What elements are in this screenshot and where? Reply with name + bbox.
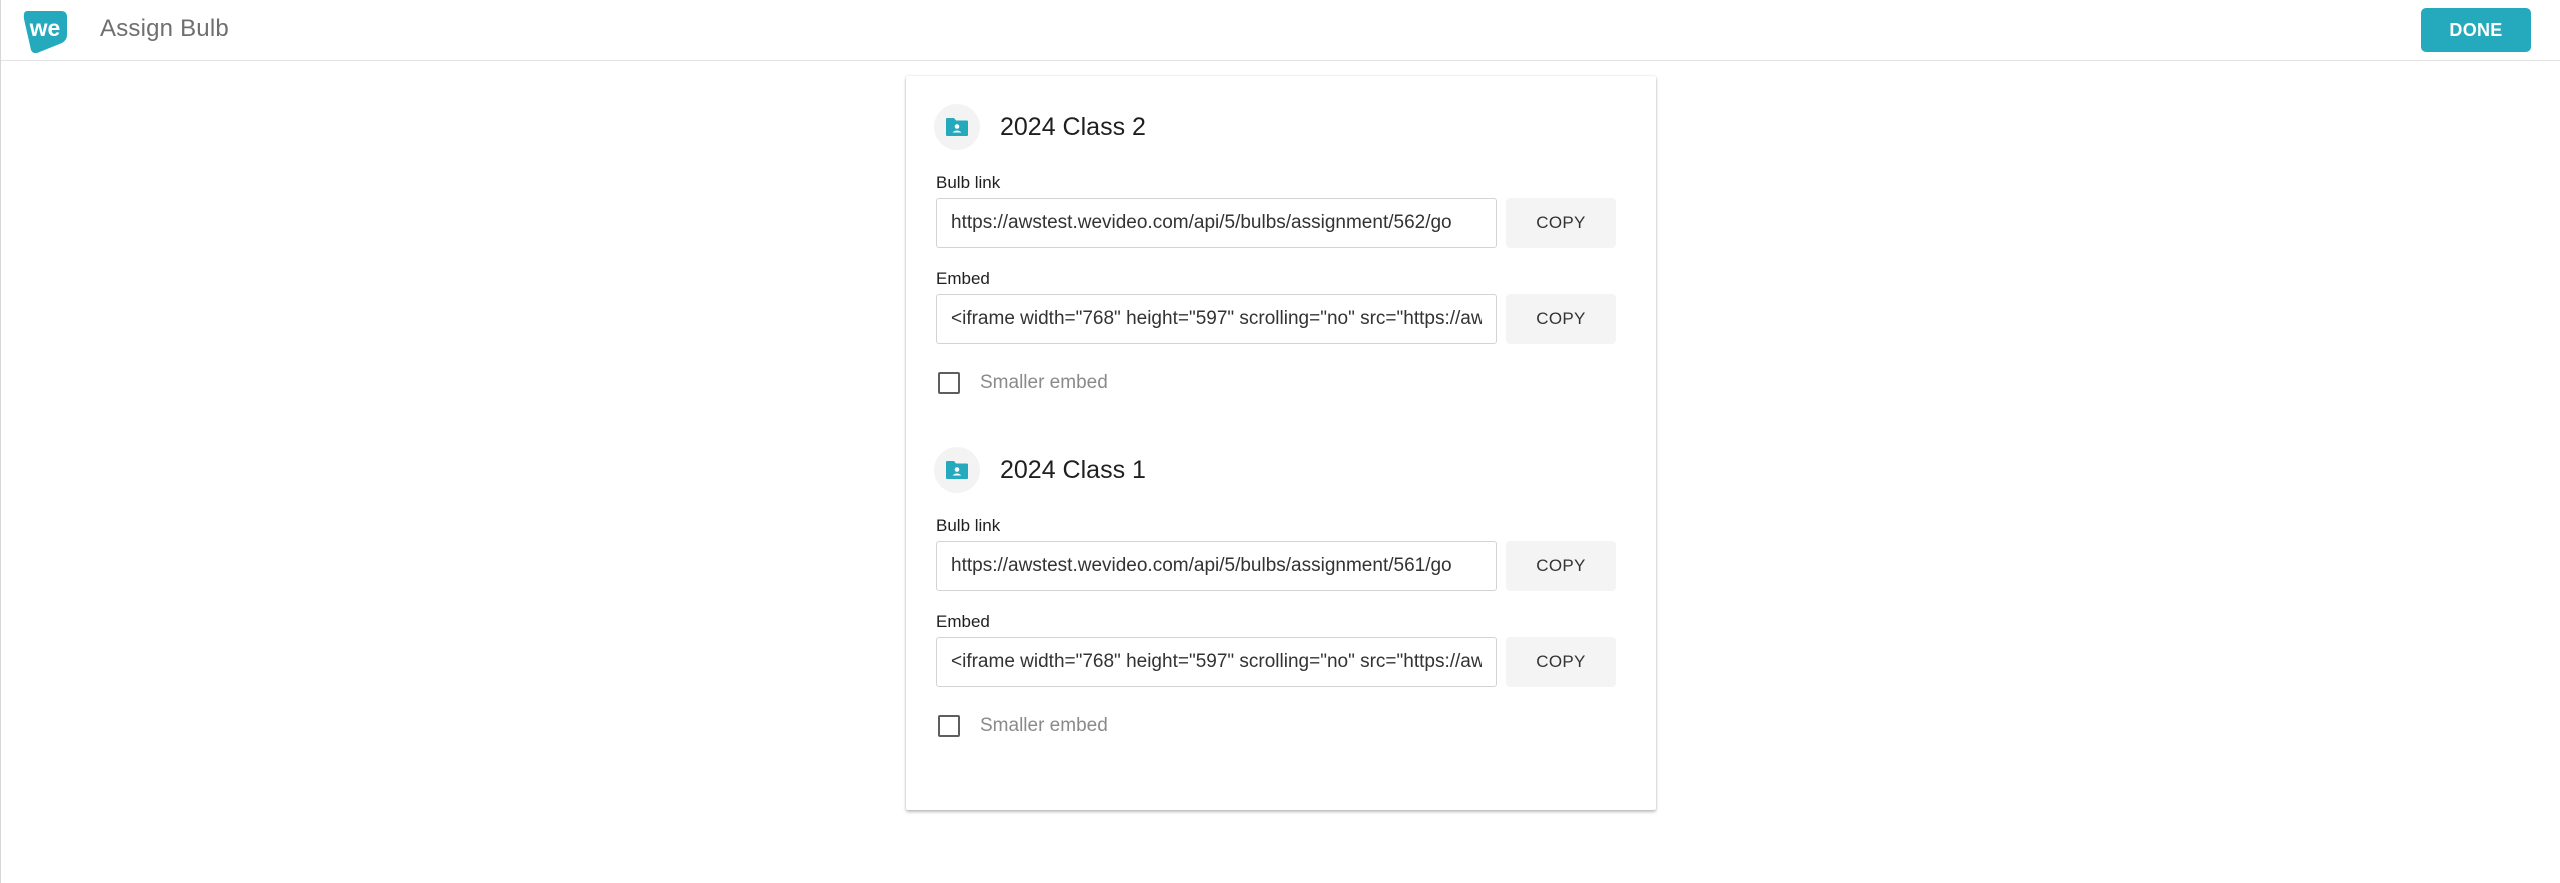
class-section: 2024 Class 2 Bulb link COPY Embed COPY S…: [906, 76, 1656, 396]
assignment-card: 2024 Class 2 Bulb link COPY Embed COPY S…: [906, 76, 1656, 810]
class-name: 2024 Class 1: [1000, 456, 1146, 484]
copy-link-button[interactable]: COPY: [1506, 198, 1616, 248]
copy-link-button[interactable]: COPY: [1506, 541, 1616, 591]
bulb-link-field[interactable]: [936, 198, 1497, 248]
copy-embed-button[interactable]: COPY: [1506, 294, 1616, 344]
class-section: 2024 Class 1 Bulb link COPY Embed COPY S…: [906, 419, 1656, 739]
assign-bulb-page: we Assign Bulb DONE 2024 Class 2 Bulb li…: [0, 0, 2560, 883]
page-title: Assign Bulb: [100, 15, 229, 42]
smaller-embed-label: Smaller embed: [980, 372, 1108, 393]
logo-text: we: [29, 15, 61, 41]
bulb-link-label: Bulb link: [936, 516, 1001, 535]
top-bar: we Assign Bulb DONE: [1, 0, 2560, 61]
bulb-link-field[interactable]: [936, 541, 1497, 591]
embed-label: Embed: [936, 612, 990, 631]
folder-shared-icon: [934, 447, 980, 493]
done-button[interactable]: DONE: [2421, 8, 2531, 52]
folder-shared-icon: [934, 104, 980, 150]
smaller-embed-label: Smaller embed: [980, 715, 1108, 736]
embed-field[interactable]: [936, 294, 1497, 344]
copy-embed-button[interactable]: COPY: [1506, 637, 1616, 687]
embed-label: Embed: [936, 269, 990, 288]
wevideo-logo[interactable]: we: [21, 7, 71, 54]
class-name: 2024 Class 2: [1000, 113, 1146, 141]
bulb-link-label: Bulb link: [936, 173, 1001, 192]
embed-field[interactable]: [936, 637, 1497, 687]
smaller-embed-checkbox[interactable]: [938, 372, 960, 394]
smaller-embed-checkbox[interactable]: [938, 715, 960, 737]
